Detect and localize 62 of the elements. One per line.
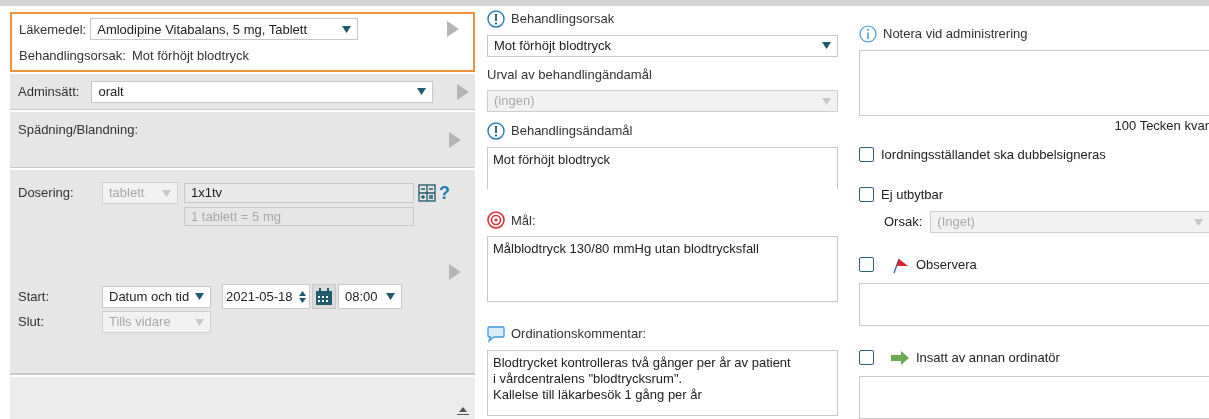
field-label: Mål: [511, 211, 536, 230]
dropdown-caret-icon [822, 97, 831, 105]
dropdown-caret-icon [342, 25, 352, 33]
field-label: Notera vid administrering [883, 25, 1028, 43]
note-field[interactable] [859, 375, 1209, 419]
exclamation-icon [487, 9, 505, 28]
route-dropdown[interactable]: oralt [91, 80, 434, 103]
field-label: Behandlingsorsak [511, 10, 615, 28]
checkbox[interactable] [859, 350, 874, 366]
reason-dropdown[interactable]: Mot förhöjt blodtryck [487, 34, 838, 57]
play-arrow-icon [457, 83, 470, 100]
field-label: Läkemedel: [19, 20, 87, 39]
field-label: Spädning/Blandning: [18, 121, 138, 139]
date-field[interactable]: 2021-05-18 [222, 284, 310, 309]
dropdown-caret-icon [195, 293, 204, 300]
dose-field[interactable]: 1x1tv [184, 183, 414, 203]
checkbox[interactable] [859, 147, 874, 163]
play-arrow-icon [449, 132, 461, 148]
start-type-dropdown[interactable]: Datum och tid [102, 285, 211, 308]
time-dropdown[interactable]: 08:00 [338, 284, 402, 309]
arrow-right-icon [891, 350, 909, 365]
play-arrow-icon [447, 21, 459, 38]
target-icon [487, 211, 505, 230]
field-value: Mot förhöjt blodtryck [131, 47, 249, 66]
field-label: Urval av behandlingändamål [487, 65, 653, 84]
checkbox-label[interactable]: Observera [916, 255, 977, 275]
field-label: Dosering: [18, 184, 75, 203]
calendar-icon [315, 287, 333, 306]
calendar-button[interactable] [312, 284, 336, 309]
dropdown-caret-icon [386, 293, 395, 300]
medication-dropdown[interactable]: Amlodipine Vitabalans, 5 mg, Tablett [90, 18, 359, 41]
field-label: Adminsätt: [18, 82, 80, 101]
calculator-icon [418, 184, 436, 202]
comment-field[interactable]: Blodtrycket kontrolleras två gånger per år av patient i vårdcentralens "blodtrycksrum". Kallelse till läkarbesök 1 gång per år [487, 349, 838, 416]
note-field[interactable] [859, 49, 1209, 116]
dropdown-caret-icon [822, 42, 831, 49]
conversion-field: 1 tablett = 5 mg [184, 207, 414, 226]
checkbox-label[interactable]: Insatt av annan ordinatör [916, 348, 1060, 368]
checkbox-label[interactable]: Ej utbytbar [881, 184, 944, 205]
field-label: Behandlingsorsak: [19, 47, 126, 66]
field-label: Behandlingsändamål [511, 122, 633, 140]
info-icon [859, 24, 877, 43]
note-field[interactable] [859, 282, 1209, 327]
character-counter: 100 Tecken kvar [1114, 116, 1209, 135]
help-icon[interactable]: ? [439, 184, 450, 202]
play-arrow-icon [449, 264, 461, 280]
exclamation-icon [487, 121, 505, 140]
field-label: Orsak: [884, 213, 923, 232]
checkbox-label[interactable]: Iordningsställandet ska dubbelsigneras [881, 145, 1106, 165]
checkbox[interactable] [859, 186, 874, 202]
field-label: Start: [18, 287, 51, 306]
speech-bubble-icon [487, 325, 505, 342]
purpose-field[interactable]: Mot förhöjt blodtryck [487, 146, 838, 189]
goal-field[interactable]: Målblodtryck 130/80 mmHg utan blodtrycksfall [487, 236, 838, 302]
field-label: Slut: [18, 313, 45, 332]
checkbox[interactable] [859, 257, 874, 273]
dropdown-caret-icon [162, 189, 171, 197]
field-label: Ordinationskommentar: [511, 325, 647, 343]
dropdown-caret-icon [195, 318, 204, 326]
dropdown-caret-icon [1194, 218, 1203, 226]
dropdown-caret-icon [417, 88, 427, 95]
spinner-icon [299, 290, 306, 303]
